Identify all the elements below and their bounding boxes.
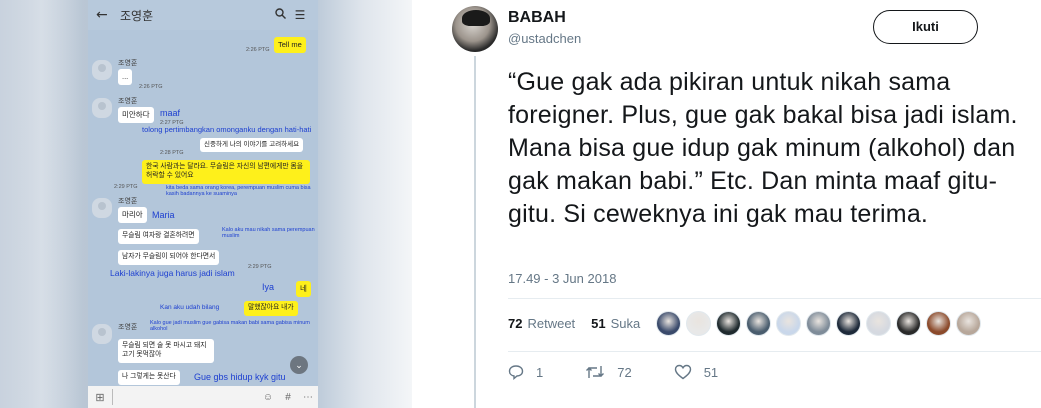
liker-avatar[interactable] — [866, 311, 891, 336]
liker-avatar[interactable] — [956, 311, 981, 336]
contact-avatar — [92, 198, 112, 218]
scroll-down-icon[interactable]: ⌄ — [290, 356, 308, 374]
user-avatar[interactable] — [452, 6, 498, 52]
tweet-timestamp[interactable]: 17.49 - 3 Jun 2018 — [508, 271, 616, 286]
like-count: 51 — [591, 316, 606, 331]
page: ← 조영훈 ☰ Tell me 2:26 PTG 조영훈 ... 2:26 PT… — [0, 0, 1041, 408]
back-arrow-icon[interactable]: ← — [96, 7, 114, 23]
contact-avatar — [92, 324, 112, 344]
retweet-stat[interactable]: 72 Retweet — [508, 316, 575, 331]
translation-text: Kalo aku mau nikah sama perempuan muslim — [222, 227, 315, 240]
heart-icon — [674, 364, 691, 380]
contact-name: 조영훈 — [118, 60, 138, 67]
liker-avatar[interactable] — [716, 311, 741, 336]
chat-message: 말했잖아요 내가 — [244, 301, 298, 316]
translation-text: Laki-lakinya juga harus jadi islam — [110, 268, 235, 278]
like-stat[interactable]: 51 Suka — [591, 316, 640, 331]
user-display-name[interactable]: BABAH — [508, 9, 566, 27]
translation-text: Iya — [262, 282, 275, 292]
translation-text: Kan aku udah bilang — [160, 304, 220, 311]
divider — [508, 298, 1041, 299]
hashtag-icon[interactable]: # — [278, 392, 298, 403]
translation-text: Gue gbs hidup kyk gitu — [194, 372, 286, 382]
message-time: 2:28 PTG — [160, 150, 184, 156]
thread-line — [474, 56, 476, 408]
reply-button[interactable]: 1 — [508, 364, 543, 380]
contact-avatar — [92, 60, 112, 80]
chat-message: 무슬림 되면 술 못 마시고 돼지고기 못먹잖아 — [118, 339, 214, 363]
retweet-icon — [586, 366, 605, 378]
liker-avatar[interactable] — [926, 311, 951, 336]
reply-icon — [508, 365, 524, 380]
translation-text: Maria — [152, 210, 175, 220]
tweet-card: BABAH @ustadchen Ikuti “Gue gak ada piki… — [430, 0, 1041, 408]
chat-message: 나 그렇게는 못산다 — [118, 370, 180, 385]
message-time: 2:26 PTG — [139, 84, 163, 90]
message-input[interactable] — [112, 389, 258, 405]
tweet-stats: 72 Retweet 51 Suka — [508, 316, 656, 331]
chat-contact-name: 조영훈 — [120, 8, 154, 23]
like-label: Suka — [610, 316, 641, 331]
message-time: 2:29 PTG — [248, 264, 272, 270]
contact-avatar — [92, 98, 112, 118]
liker-avatars — [656, 311, 986, 336]
contact-name: 조영훈 — [118, 198, 138, 205]
chat-message: 신중하게 나의 이야기를 고려하세요 — [200, 138, 304, 153]
liker-avatar[interactable] — [896, 311, 921, 336]
contact-name: 조영훈 — [118, 324, 138, 331]
chat-message: 한국 사람과는 달라요. 무슬림은 자신의 남편에게만 몸을 허락할 수 있어요 — [142, 160, 310, 184]
retweet-action-count: 72 — [617, 364, 632, 380]
chat-header: ← 조영훈 ☰ — [88, 0, 318, 30]
chat-message: 남자가 무슬림이 되어야 한다면서 — [118, 250, 220, 265]
more-icon[interactable]: ⋯ — [298, 392, 318, 403]
user-handle[interactable]: @ustadchen — [508, 31, 581, 46]
chat-input-bar: ⊞ ☺ # ⋯ — [88, 386, 318, 408]
message-time: 2:26 PTG — [246, 47, 270, 53]
like-button[interactable]: 51 — [674, 364, 718, 380]
liker-avatar[interactable] — [836, 311, 861, 336]
message-time: 2:29 PTG — [114, 184, 138, 190]
liker-avatar[interactable] — [806, 311, 831, 336]
search-icon[interactable] — [270, 8, 290, 22]
chat-message: ... — [118, 69, 133, 85]
chat-message: 미안하다 — [118, 107, 154, 123]
retweet-button[interactable]: 72 — [585, 364, 632, 380]
chat-screenshot: ← 조영훈 ☰ Tell me 2:26 PTG 조영훈 ... 2:26 PT… — [0, 0, 412, 408]
add-attachment-icon[interactable]: ⊞ — [88, 391, 112, 404]
menu-icon[interactable]: ☰ — [290, 8, 310, 22]
translation-text: maaf — [160, 108, 181, 118]
chat-message: 무슬림 여자랑 결혼하려면 — [118, 229, 199, 244]
tweet-actions: 1 72 51 — [508, 364, 760, 380]
tweet-text: “Gue gak ada pikiran untuk nikah sama fo… — [508, 68, 1018, 228]
emoji-icon[interactable]: ☺ — [258, 392, 278, 403]
retweet-count: 72 — [508, 316, 523, 331]
translation-text: tolong pertimbangkan omonganku dengan ha… — [142, 125, 312, 134]
chat-message: 마리아 — [118, 207, 147, 223]
chat-message: Tell me — [274, 37, 306, 53]
divider — [508, 351, 1041, 352]
liker-avatar[interactable] — [776, 311, 801, 336]
liker-avatar[interactable] — [746, 311, 771, 336]
chat-message: 네 — [296, 281, 311, 297]
liker-avatar[interactable] — [656, 311, 681, 336]
translation-text: Kalo gue jadi muslim gue gabisa makan ba… — [150, 320, 310, 333]
liker-avatar[interactable] — [686, 311, 711, 336]
contact-name: 조영훈 — [118, 98, 138, 105]
like-action-count: 51 — [703, 364, 719, 380]
retweet-label: Retweet — [527, 316, 576, 331]
translation-text: kita beda sama orang korea, perempuan mu… — [166, 185, 311, 198]
blurred-background — [0, 0, 88, 408]
follow-button[interactable]: Ikuti — [873, 10, 978, 44]
reply-count: 1 — [536, 364, 544, 380]
